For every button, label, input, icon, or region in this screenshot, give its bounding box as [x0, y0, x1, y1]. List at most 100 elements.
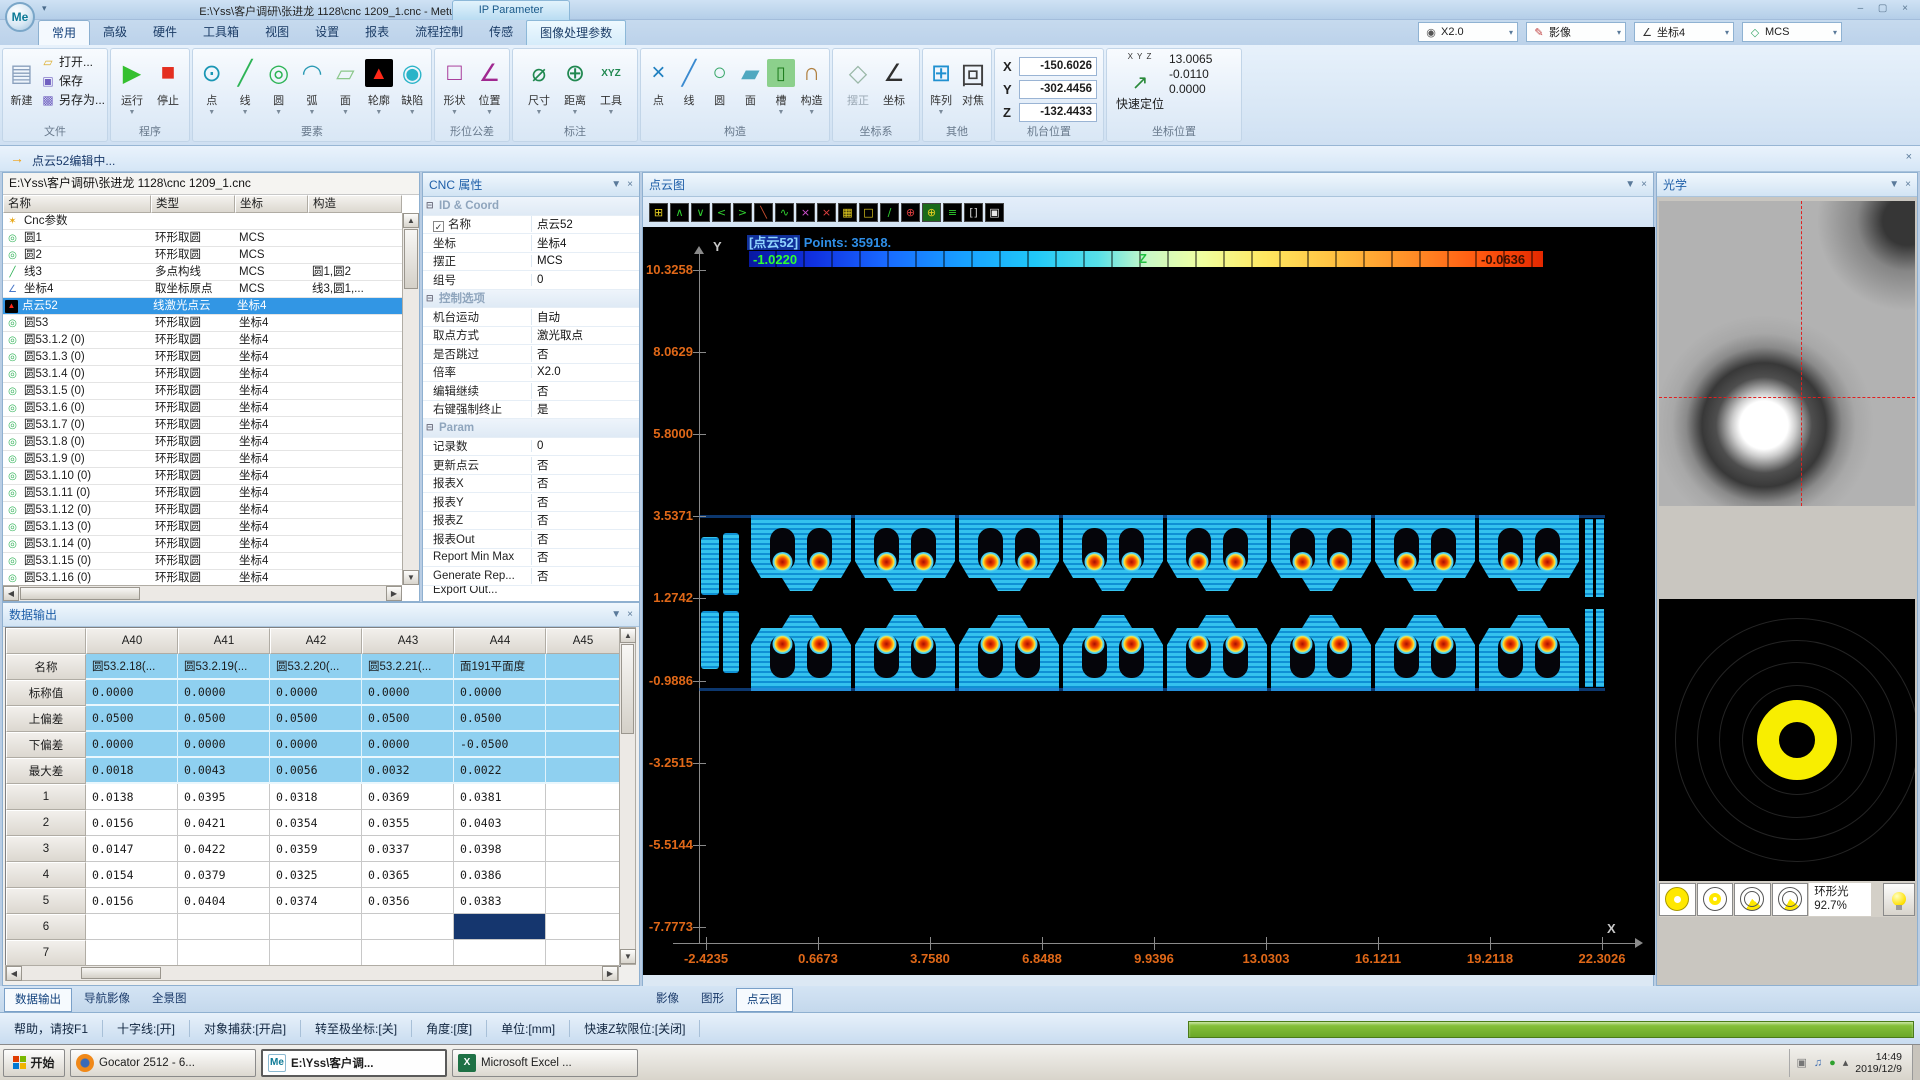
table-cell[interactable]: 0.0500	[270, 706, 362, 732]
tree-row-线3[interactable]: ╱线3多点构线MCS圆1,圆2	[3, 264, 402, 281]
cnc-row-摆正[interactable]: 摆正MCS	[423, 253, 639, 272]
tree-column-名称[interactable]: 名称	[3, 195, 151, 213]
select-region-icon[interactable]: ▦	[838, 203, 857, 222]
app-logo[interactable]: Me	[5, 2, 35, 32]
ribbon-button-轮廓[interactable]: ▲轮廓▼	[362, 52, 395, 116]
laser-target-view[interactable]	[1659, 599, 1915, 881]
close-icon[interactable]: ×	[627, 609, 633, 620]
delete-outside-icon[interactable]: ×	[817, 203, 836, 222]
tab-流程控制[interactable]: 流程控制	[402, 20, 476, 45]
cnc-row-Generate Rep...[interactable]: Generate Rep...否	[423, 567, 639, 586]
ribbon-button-对焦[interactable]: 回对焦	[957, 52, 989, 108]
table-cell[interactable]: 0.0354	[270, 810, 362, 836]
scroll-thumb[interactable]	[621, 644, 634, 734]
row-header[interactable]: 6	[6, 914, 86, 940]
table-cell[interactable]: 0.0056	[270, 758, 362, 784]
ribbon-button-坐标[interactable]: ∠坐标	[876, 52, 912, 108]
dropdown-坐标4[interactable]: ∠坐标4▾	[1634, 22, 1734, 42]
row-header[interactable]: 标称值	[6, 680, 86, 706]
table-cell[interactable]	[546, 940, 620, 966]
column-header-A45[interactable]: A45	[546, 628, 620, 654]
table-cell[interactable]	[178, 940, 270, 966]
rotate-up-icon[interactable]: ∧	[670, 203, 689, 222]
table-cell[interactable]: 0.0043	[178, 758, 270, 784]
tree-row-圆53[interactable]: ◎圆53环形取圆坐标4	[3, 315, 402, 332]
scroll-right-icon[interactable]: ▶	[386, 586, 402, 601]
cnc-row-value[interactable]: 0	[531, 440, 639, 452]
tree-row-圆53.1.11 (0)[interactable]: ◎圆53.1.11 (0)环形取圆坐标4	[3, 485, 402, 502]
ribbon-button-另存为...[interactable]: ▩另存为...	[40, 90, 105, 109]
ribbon-button-新建[interactable]: ▤新建	[5, 52, 38, 108]
cnc-row-组号[interactable]: 组号0	[423, 271, 639, 290]
ribbon-button-圆[interactable]: ◎圆▼	[262, 52, 295, 116]
table-cell[interactable]: 0.0383	[454, 888, 546, 914]
axis-value[interactable]: -302.4456	[1019, 80, 1097, 99]
row-header[interactable]: 下偏差	[6, 732, 86, 758]
volume-icon[interactable]: ♫	[1814, 1057, 1822, 1069]
dropdown-MCS[interactable]: ◇MCS▾	[1742, 22, 1842, 42]
ribbon-button-位置[interactable]: ∠位置▼	[472, 52, 507, 116]
cnc-row-报表Y[interactable]: 报表Y否	[423, 493, 639, 512]
collapse-icon[interactable]: ⊟	[426, 293, 434, 304]
scroll-down-icon[interactable]: ▼	[403, 570, 419, 585]
table-cell[interactable]	[546, 888, 620, 914]
ribbon-button-保存[interactable]: ▣保存	[40, 71, 105, 90]
tree-vertical-scrollbar[interactable]: ▲ ▼	[402, 213, 419, 585]
table-cell[interactable]: 圆53.2.19(...	[178, 654, 270, 680]
table-cell[interactable]: 0.0500	[178, 706, 270, 732]
table-cell[interactable]: 0.0403	[454, 810, 546, 836]
rotate-left-icon[interactable]: <	[712, 203, 731, 222]
tree-row-圆53.1.13 (0)[interactable]: ◎圆53.1.13 (0)环形取圆坐标4	[3, 519, 402, 536]
scroll-thumb[interactable]	[81, 967, 161, 979]
camera-view[interactable]	[1659, 201, 1915, 506]
ribbon-button-运行[interactable]: ▶运行▼	[114, 52, 150, 116]
table-cell[interactable]: 0.0395	[178, 784, 270, 810]
select-circle-icon[interactable]: ⊕	[922, 203, 941, 222]
table-cell[interactable]: 0.0138	[86, 784, 178, 810]
bracket-icon[interactable]: []	[964, 203, 983, 222]
pick-line-icon[interactable]: ∕	[880, 203, 899, 222]
ribbon-button-构造[interactable]: ∩构造▼	[796, 52, 827, 116]
cnc-row-名称[interactable]: ✓名称点云52	[423, 216, 639, 235]
delete-selected-icon[interactable]: ×	[796, 203, 815, 222]
table-cell[interactable]	[546, 810, 620, 836]
table-cell[interactable]	[86, 940, 178, 966]
checkbox-checked-icon[interactable]: ✓	[433, 221, 444, 232]
pin-icon[interactable]: ▼	[1625, 179, 1635, 190]
tree-row-圆1[interactable]: ◎圆1环形取圆MCS	[3, 230, 402, 247]
axis-value[interactable]: -132.4433	[1019, 103, 1097, 122]
cnc-row-value[interactable]: X2.0	[531, 366, 639, 378]
table-cell[interactable]	[362, 914, 454, 940]
window-buttons[interactable]: – ▢ ×	[1858, 3, 1914, 14]
tab-硬件[interactable]: 硬件	[140, 20, 190, 45]
close-icon[interactable]: ×	[627, 179, 633, 190]
cnc-row-更新点云[interactable]: 更新点云否	[423, 456, 639, 475]
cnc-row-右键强制终止[interactable]: 右键强制终止是	[423, 401, 639, 420]
tree-row-圆53.1.14 (0)[interactable]: ◎圆53.1.14 (0)环形取圆坐标4	[3, 536, 402, 553]
ribbon-button-面[interactable]: ▰面	[735, 52, 766, 108]
table-horizontal-scrollbar[interactable]: ◀ ▶	[5, 965, 619, 981]
cnc-row-value[interactable]: 否	[531, 383, 639, 399]
table-cell[interactable]: 0.0018	[86, 758, 178, 784]
table-cell[interactable]	[546, 758, 620, 784]
cnc-row-value[interactable]: 否	[531, 531, 639, 547]
tree-row-点云52[interactable]: ▲点云52线激光点云坐标4	[3, 298, 402, 315]
hidden-icons-icon[interactable]: ▴	[1843, 1056, 1849, 1069]
ribbon-button-弧[interactable]: ◠弧▼	[295, 52, 328, 116]
tree-row-圆53.1.15 (0)[interactable]: ◎圆53.1.15 (0)环形取圆坐标4	[3, 553, 402, 570]
cnc-row-value[interactable]: 否	[531, 457, 639, 473]
table-cell[interactable]: 0.0022	[454, 758, 546, 784]
cnc-row-value[interactable]: 坐标4	[531, 235, 639, 251]
table-cell[interactable]: 0.0154	[86, 862, 178, 888]
show-desktop-button[interactable]	[1912, 1045, 1920, 1080]
table-vertical-scrollbar[interactable]: ▲ ▼	[619, 627, 636, 965]
cnc-row-value[interactable]: 是	[531, 401, 639, 417]
tab-图像处理参数[interactable]: 图像处理参数	[526, 20, 626, 45]
tree-row-圆53.1.6 (0)[interactable]: ◎圆53.1.6 (0)环形取圆坐标4	[3, 400, 402, 417]
cnc-row-value[interactable]: 否	[531, 512, 639, 528]
ring-full-light-icon[interactable]	[1659, 883, 1696, 916]
scroll-up-icon[interactable]: ▲	[620, 628, 636, 643]
table-cell[interactable]	[270, 940, 362, 966]
tab-传感[interactable]: 传感	[476, 20, 526, 45]
status-item[interactable]: 对象捕获:[开启]	[190, 1020, 301, 1037]
